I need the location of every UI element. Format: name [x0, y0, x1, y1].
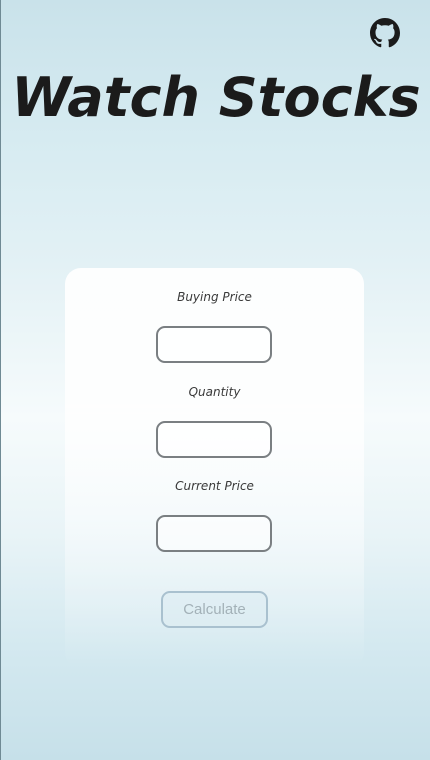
- quantity-label: Quantity: [188, 385, 241, 399]
- calculator-card: Buying Price Quantity Current Price Calc…: [65, 268, 364, 668]
- buying-price-input[interactable]: [156, 326, 272, 363]
- quantity-input[interactable]: [156, 421, 272, 458]
- buying-price-label: Buying Price: [177, 290, 252, 304]
- calculate-button[interactable]: Calculate: [161, 591, 268, 628]
- github-icon: [370, 18, 400, 48]
- current-price-input[interactable]: [156, 515, 272, 552]
- github-link[interactable]: [370, 18, 400, 48]
- current-price-label: Current Price: [175, 479, 254, 493]
- page-title: Watch Stocks: [11, 66, 421, 129]
